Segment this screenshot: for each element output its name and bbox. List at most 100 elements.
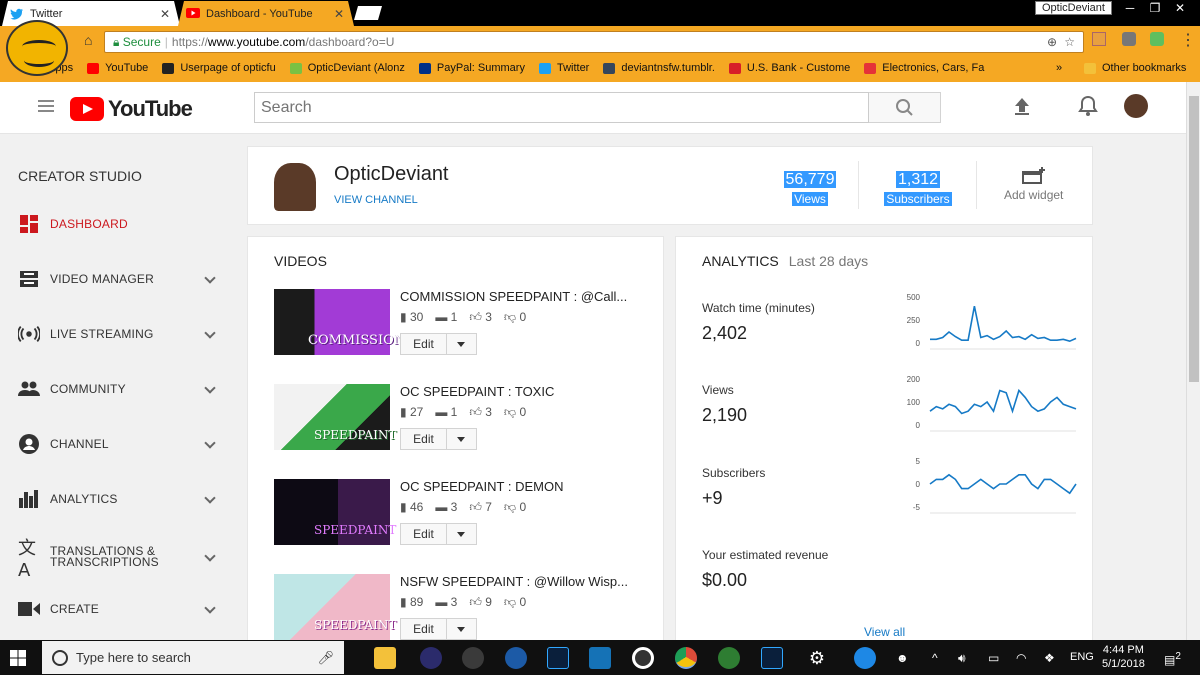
clock[interactable]: 4:44 PM 5/1/2018	[1102, 643, 1145, 671]
chevron-up-icon[interactable]: ^	[932, 651, 938, 665]
subscribers-stat[interactable]: 1,312 Subscribers	[884, 171, 952, 208]
bookmark-userpage[interactable]: Userpage of opticfu	[162, 62, 276, 74]
settings-icon[interactable]: ⚙	[806, 647, 828, 669]
youtube-logo[interactable]: YouTube	[70, 96, 193, 122]
chrome-icon[interactable]	[675, 647, 697, 669]
video-title[interactable]: COMMISSION SPEEDPAINT : @Call...	[400, 289, 627, 304]
obs-icon[interactable]	[462, 647, 484, 669]
volume-icon[interactable]: 🔊︎	[958, 651, 966, 666]
app-icon-9[interactable]	[718, 647, 740, 669]
tab-close-icon[interactable]: ✕	[160, 7, 170, 21]
scrollbar-thumb[interactable]	[1189, 96, 1199, 382]
edit-button[interactable]: Edit	[401, 524, 447, 544]
notifications-bell-icon[interactable]	[1076, 94, 1100, 118]
chevron-down-icon[interactable]	[204, 437, 216, 449]
language-indicator[interactable]: ENG	[1070, 651, 1094, 663]
wifi-icon[interactable]: ◠	[1016, 651, 1026, 665]
other-bookmarks[interactable]: Other bookmarks	[1084, 62, 1186, 74]
profile-name[interactable]: OpticDeviant	[1035, 1, 1112, 15]
edit-dropdown-icon[interactable]	[447, 334, 476, 354]
app-icon-6[interactable]	[589, 647, 611, 669]
bookmark-paypal[interactable]: PayPal: Summary	[418, 62, 525, 74]
upload-icon[interactable]	[1010, 94, 1034, 118]
close-window-icon[interactable]: ✕	[1170, 1, 1190, 15]
hamburger-menu-icon[interactable]	[38, 100, 54, 112]
people-icon[interactable]: ☻	[896, 651, 909, 665]
bookmark-youtube[interactable]: YouTube	[87, 62, 148, 74]
extension-icon-2[interactable]	[1122, 32, 1136, 46]
chevron-down-icon[interactable]	[204, 550, 216, 562]
bookmark-opticdeviant[interactable]: OpticDeviant (Alonz	[289, 62, 405, 74]
search-button[interactable]	[869, 92, 941, 123]
notifications-icon[interactable]: ▤2	[1164, 651, 1181, 667]
extension-icon-3[interactable]	[1150, 32, 1164, 46]
bookmark-ebay[interactable]: Electronics, Cars, Fa	[864, 62, 984, 74]
views-stat[interactable]: 56,779 Views	[780, 171, 840, 208]
sidebar-item-community[interactable]: COMMUNITY	[0, 374, 236, 404]
search-input[interactable]	[254, 92, 869, 123]
chevron-down-icon[interactable]	[204, 327, 216, 339]
edit-dropdown-icon[interactable]	[447, 429, 476, 449]
subscribers-sparkline[interactable]: 5 0 -5	[900, 455, 1080, 515]
account-avatar[interactable]	[1124, 94, 1148, 118]
video-thumbnail[interactable]: COMMISSION	[274, 289, 405, 355]
photoshop-icon[interactable]	[547, 647, 569, 669]
view-all-link[interactable]: View all	[864, 625, 905, 639]
microphone-icon[interactable]: 🎤︎	[317, 641, 334, 674]
new-tab-button[interactable]	[354, 6, 382, 20]
edit-dropdown-icon[interactable]	[447, 524, 476, 544]
app-icon-4[interactable]	[505, 647, 527, 669]
battery-icon[interactable]: ▭	[988, 651, 999, 665]
video-thumbnail[interactable]: SPEEDPAINT	[274, 384, 396, 450]
edit-button[interactable]: Edit	[401, 619, 447, 639]
minimize-icon[interactable]: ─	[1120, 1, 1140, 15]
channel-avatar[interactable]	[274, 163, 316, 211]
extension-icon-1[interactable]	[1092, 32, 1106, 46]
view-channel-link[interactable]: VIEW CHANNEL	[334, 194, 418, 206]
edit-button[interactable]: Edit	[401, 334, 447, 354]
profile-avatar-icon[interactable]	[6, 20, 68, 76]
page-scrollbar[interactable]	[1186, 82, 1200, 640]
video-thumbnail[interactable]: SPEEDPAINT	[274, 479, 396, 545]
restore-icon[interactable]: ❐	[1145, 1, 1165, 15]
video-title[interactable]: OC SPEEDPAINT : DEMON	[400, 479, 564, 494]
menu-icon[interactable]: ⋮	[1180, 30, 1196, 50]
video-thumbnail[interactable]: SPEEDPAINT	[274, 574, 396, 640]
sidebar-item-analytics[interactable]: ANALYTICS	[0, 484, 236, 514]
edit-dropdown-icon[interactable]	[447, 619, 476, 639]
windows-start-icon[interactable]	[10, 650, 26, 666]
help-icon[interactable]	[854, 647, 876, 669]
dropbox-icon[interactable]: ❖	[1044, 651, 1055, 665]
bookmark-twitter[interactable]: Twitter	[538, 62, 589, 74]
chevron-down-icon[interactable]	[204, 382, 216, 394]
tab-close-icon[interactable]: ✕	[334, 7, 344, 21]
sidebar-item-create[interactable]: CREATE	[0, 594, 236, 624]
star-icon[interactable]: ☆	[1064, 32, 1075, 52]
video-title[interactable]: NSFW SPEEDPAINT : @Willow Wisp...	[400, 574, 628, 589]
chevron-down-icon[interactable]	[204, 272, 216, 284]
app-icon-7[interactable]	[632, 647, 654, 669]
photoshop-icon-2[interactable]	[761, 647, 783, 669]
address-bar[interactable]: 🔒︎ Secure | https://www.youtube.com/dashbo…	[104, 31, 1084, 53]
add-widget-button[interactable]: Add widget	[1004, 167, 1063, 202]
chevron-down-icon[interactable]	[204, 492, 216, 504]
video-title[interactable]: OC SPEEDPAINT : TOXIC	[400, 384, 554, 399]
zoom-icon[interactable]: ⊕	[1047, 32, 1057, 52]
app-icon-2[interactable]	[420, 647, 442, 669]
bookmark-usbank[interactable]: U.S. Bank - Custome	[728, 62, 850, 74]
bookmark-tumblr[interactable]: deviantnsfw.tumblr.	[603, 62, 715, 74]
sidebar-item-channel[interactable]: CHANNEL	[0, 429, 236, 459]
sidebar-item-translations[interactable]: 文A TRANSLATIONS & TRANSCRIPTIONS	[0, 538, 236, 581]
chevron-down-icon[interactable]	[204, 602, 216, 614]
sidebar-item-video-manager[interactable]: VIDEO MANAGER	[0, 264, 236, 294]
tab-dashboard-youtube[interactable]: Dashboard - YouTube ✕	[178, 1, 354, 26]
watch-time-sparkline[interactable]: 500 250 0	[900, 291, 1080, 351]
home-icon[interactable]: ⌂	[84, 32, 92, 48]
sidebar-item-dashboard[interactable]: DASHBOARD	[0, 209, 236, 239]
bookmarks-overflow-icon[interactable]: »	[1056, 62, 1062, 74]
sidebar-item-live-streaming[interactable]: LIVE STREAMING	[0, 319, 236, 349]
edit-button[interactable]: Edit	[401, 429, 447, 449]
taskbar-search-input[interactable]: Type here to search 🎤︎	[42, 641, 344, 674]
file-explorer-icon[interactable]	[374, 647, 396, 669]
views-sparkline[interactable]: 200 100 0	[900, 373, 1080, 433]
